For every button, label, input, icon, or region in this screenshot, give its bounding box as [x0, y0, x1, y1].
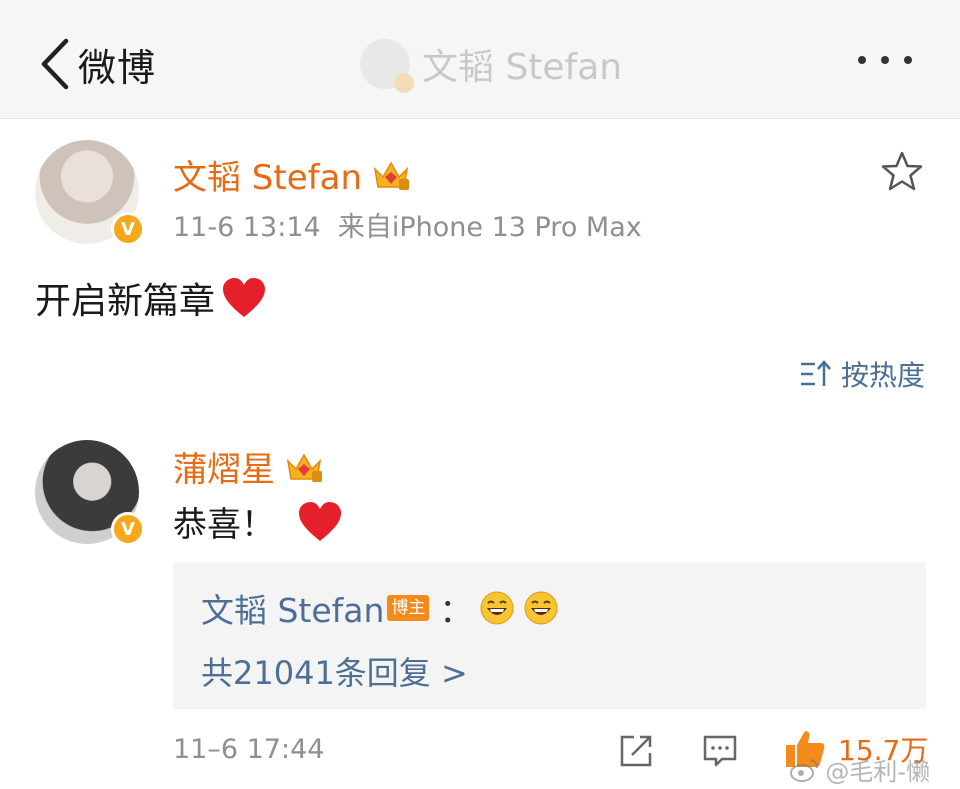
laugh-emoji-icon — [524, 591, 558, 625]
watermark-text: @毛利-懒 — [825, 758, 930, 786]
comment-time: 11–6 17:44 — [173, 734, 325, 765]
reply-line: 文韬 Stefan 博主 ： — [201, 584, 568, 632]
back-label: 微博 — [78, 45, 157, 90]
laugh-emoji-icon — [480, 591, 514, 625]
reply-count-link[interactable]: 共21041条回复 > — [201, 648, 468, 694]
comment-author-name-text: 蒲熠星 — [173, 450, 275, 490]
nav-title-group: 文韬 Stefan — [360, 34, 622, 94]
post-text-content: 开启新篇章 — [35, 281, 216, 322]
reply-colon: ： — [439, 591, 473, 630]
reply-preview-box[interactable]: 文韬 Stefan 博主 ： 共21041条回复 > — [173, 562, 926, 709]
share-icon[interactable] — [618, 733, 654, 769]
post-text: 开启新篇章 — [35, 272, 267, 324]
sort-icon — [800, 360, 831, 386]
sort-label: 按热度 — [840, 359, 925, 392]
host-badge: 博主 — [387, 595, 430, 621]
nav-avatar — [360, 39, 414, 93]
reply-author[interactable]: 文韬 Stefan — [201, 584, 384, 632]
weibo-logo-icon — [790, 758, 819, 782]
crown-icon — [373, 160, 409, 190]
comment-author-avatar[interactable]: V — [35, 440, 145, 546]
crown-icon — [286, 452, 322, 482]
post-author-name[interactable]: 文韬 Stefan — [173, 150, 410, 199]
post-author-avatar[interactable]: V — [35, 140, 145, 246]
star-icon[interactable] — [880, 150, 924, 194]
post-time: 11-6 13:14 — [173, 212, 321, 243]
chevron-left-icon — [41, 38, 69, 90]
verified-v-icon: V — [111, 512, 145, 546]
top-navbar: 微博 文韬 Stefan — [0, 0, 960, 119]
comment-icon[interactable] — [702, 733, 738, 769]
back-button[interactable]: 微博 — [38, 34, 156, 94]
post-source: 来自iPhone 13 Pro Max — [337, 212, 642, 243]
post-meta: 11-6 13:14 来自iPhone 13 Pro Max — [173, 205, 642, 244]
post-author-name-text: 文韬 Stefan — [173, 158, 362, 198]
comment-text-content: 恭喜！ — [173, 505, 275, 545]
nav-title: 文韬 Stefan — [422, 47, 623, 88]
heart-icon — [299, 501, 341, 541]
verified-icon — [394, 73, 414, 93]
verified-v-icon: V — [111, 212, 145, 246]
comment-text: 恭喜！ — [173, 497, 343, 546]
heart-icon — [223, 278, 266, 317]
more-dots-icon[interactable] — [858, 56, 912, 64]
comment-author-name[interactable]: 蒲熠星 — [173, 442, 323, 491]
watermark: @毛利-懒 — [789, 752, 930, 787]
sort-by-hot-button[interactable]: 按热度 — [799, 354, 925, 394]
